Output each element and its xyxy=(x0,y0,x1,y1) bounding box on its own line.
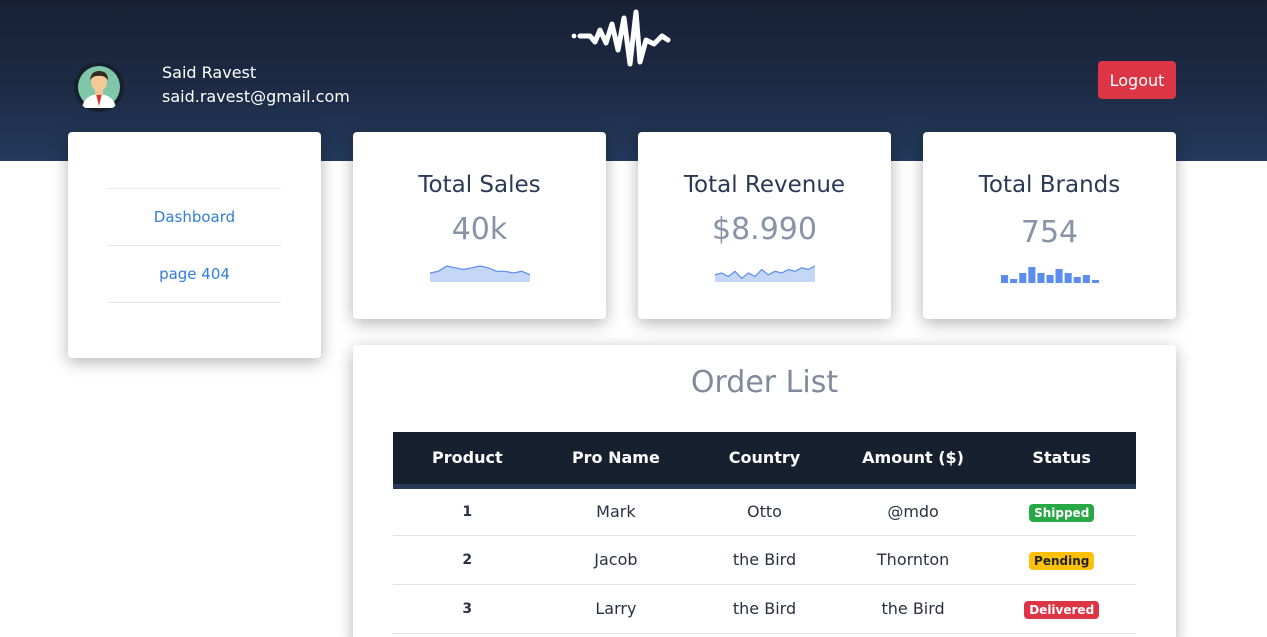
spark-bar xyxy=(1082,275,1090,283)
sidebar-item-dashboard[interactable]: Dashboard xyxy=(108,189,281,246)
status-badge: Delivered xyxy=(1024,600,1100,619)
cell-amount: the Bird xyxy=(838,584,988,634)
cell-pro-name: Jacob xyxy=(541,535,691,585)
logout-button[interactable]: Logout xyxy=(1098,61,1176,99)
cell-pro-name: Mark xyxy=(541,486,691,536)
user-avatar-icon xyxy=(78,66,120,108)
spark-area xyxy=(429,266,530,282)
cell-pro-name: Larry xyxy=(541,584,691,634)
spark-bar xyxy=(1009,279,1017,283)
table-header-row: Product Pro Name Country Amount ($) Stat… xyxy=(393,432,1136,486)
spark-bar xyxy=(1073,277,1081,283)
avatar[interactable] xyxy=(74,62,124,112)
column-header-country: Country xyxy=(728,448,801,468)
cell-status: Shipped xyxy=(987,486,1136,536)
table-row[interactable]: 1 Mark Otto @mdo Shipped xyxy=(393,486,1136,536)
stat-value: $8.990 xyxy=(712,212,817,247)
cell-status: Pending xyxy=(987,535,1136,585)
cell-country: Otto xyxy=(690,486,839,536)
table-row[interactable]: 2 Jacob the Bird Thornton Pending xyxy=(393,535,1136,585)
sidebar-nav: Dashboard page 404 xyxy=(108,188,281,303)
order-table: Product Pro Name Country Amount ($) Stat… xyxy=(393,432,1136,634)
stat-card-total-sales: Total Sales 40k xyxy=(353,132,606,319)
user-name: Said Ravest xyxy=(162,63,257,82)
stat-value: 754 xyxy=(1020,215,1079,250)
spark-bar xyxy=(1027,267,1035,283)
sidebar: Dashboard page 404 xyxy=(68,132,321,358)
spark-bar xyxy=(1036,273,1044,283)
table-row[interactable]: 3 Larry the Bird the Bird Delivered xyxy=(393,584,1136,634)
revenue-sparkline xyxy=(638,258,891,282)
cell-status: Delivered xyxy=(987,584,1136,634)
sidebar-item-page-404[interactable]: page 404 xyxy=(108,246,281,303)
cell-product: 2 xyxy=(393,535,542,585)
spark-bar xyxy=(1046,275,1054,283)
spark-bar xyxy=(1055,269,1063,283)
sales-sparkline xyxy=(353,258,606,282)
column-header-amount: Amount ($) xyxy=(862,448,964,468)
spark-bar xyxy=(1064,273,1072,283)
cell-product: 3 xyxy=(393,584,542,634)
cell-country: the Bird xyxy=(690,535,839,585)
order-list-title: Order List xyxy=(690,365,839,400)
stat-title: Total Brands xyxy=(978,172,1121,198)
stat-value: 40k xyxy=(451,212,508,247)
stat-title: Total Sales xyxy=(418,172,541,198)
column-header-product: Product xyxy=(432,448,503,468)
spark-bar xyxy=(1000,275,1008,283)
status-badge: Shipped xyxy=(1029,503,1095,522)
spark-bar xyxy=(1018,273,1026,283)
cell-product: 1 xyxy=(393,486,542,536)
brands-sparkline xyxy=(923,259,1176,283)
status-badge: Pending xyxy=(1029,551,1095,570)
cell-amount: @mdo xyxy=(838,486,988,536)
column-header-pro-name: Pro Name xyxy=(571,448,660,468)
sparkline-chart xyxy=(429,265,530,282)
cell-amount: Thornton xyxy=(838,535,988,585)
stat-card-total-revenue: Total Revenue $8.990 xyxy=(638,132,891,319)
soundwave-logo-icon[interactable] xyxy=(568,2,674,72)
stat-card-total-brands: Total Brands 754 xyxy=(923,132,1176,319)
order-list-card: Order List Product Pro Name Country Amou… xyxy=(353,345,1176,637)
sparkline-chart xyxy=(714,265,815,282)
sparkline-chart xyxy=(1000,267,1099,283)
spark-bar xyxy=(1091,280,1099,283)
user-email: said.ravest@gmail.com xyxy=(162,87,350,106)
stat-title: Total Revenue xyxy=(683,172,846,198)
column-header-status: Status xyxy=(1032,448,1091,468)
cell-country: the Bird xyxy=(690,584,839,634)
